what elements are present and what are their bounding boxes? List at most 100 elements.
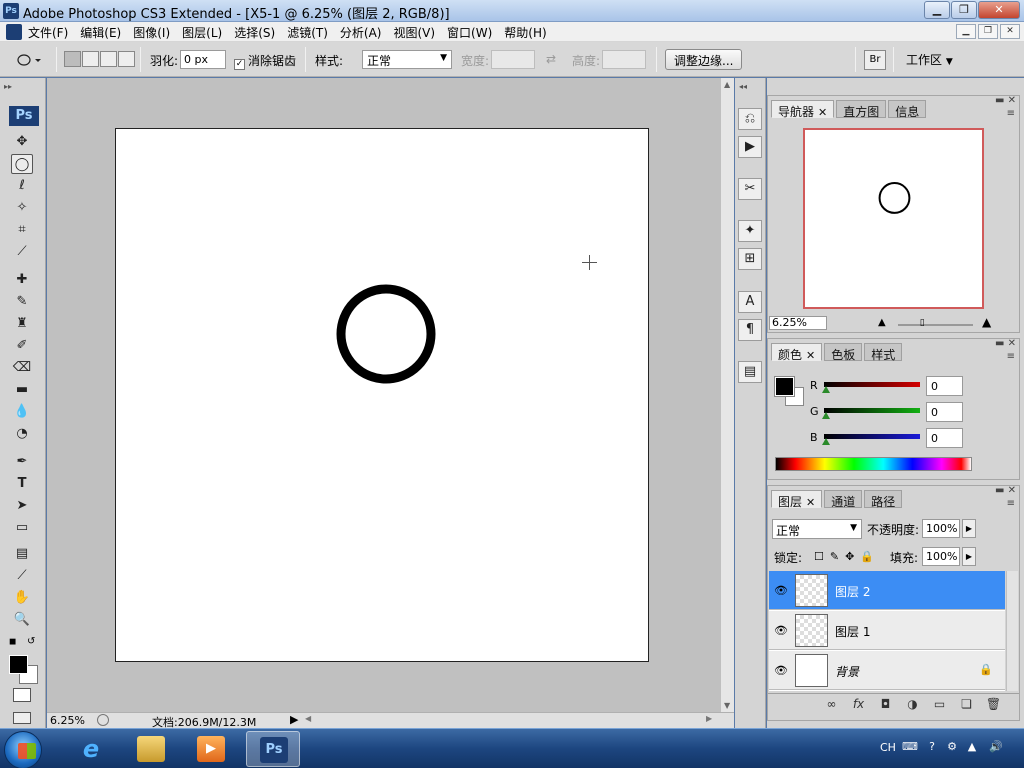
panel-collapse-icon[interactable]: ▸▸ [4,82,12,91]
fill-arrow-icon[interactable]: ▶ [962,547,976,566]
tab-histogram[interactable]: 直方图 [836,100,887,119]
clone-source-panel-icon[interactable]: ⊞ [738,248,762,270]
feather-input[interactable]: 0 px [180,50,226,69]
menu-view[interactable]: 视图(V) [393,24,435,41]
layer-row[interactable]: 👁 图层 2 [769,571,1005,610]
style-select[interactable]: 正常 ▼ [362,50,452,69]
canvas-workspace[interactable] [47,78,720,712]
green-slider-knob[interactable] [822,412,830,419]
doc-restore-button[interactable]: ❐ [978,24,998,39]
doc-minimize-button[interactable]: ▁ [956,24,976,39]
visibility-eye-icon[interactable]: 👁 [773,584,789,597]
fill-input[interactable]: 100% [922,547,960,566]
blur-tool-icon[interactable]: 💧 [11,402,33,422]
ps-logo[interactable]: Ps [9,106,39,126]
canvas-vertical-scrollbar[interactable]: ▲ ▼ [720,78,734,712]
taskbar-internet-explorer[interactable]: e [64,731,118,767]
bridge-icon[interactable]: Br [864,50,886,70]
tab-swatches[interactable]: 色板 [824,343,863,362]
brushes-panel-icon[interactable]: ✦ [738,220,762,242]
link-layers-icon[interactable]: ∞ [818,697,845,711]
hscroll-left-icon[interactable]: ◀ [305,714,311,723]
panel-menu-icon[interactable]: ≡ [1007,351,1015,362]
width-input[interactable] [491,50,535,69]
close-button[interactable]: ✕ [978,1,1020,19]
panel-window-controls[interactable]: ▬ ✕ [995,95,1016,106]
swap-colors-icon[interactable]: ↺ [27,636,35,647]
blue-slider-knob[interactable] [822,438,830,445]
tab-info[interactable]: 信息 [888,100,927,119]
taskbar-explorer[interactable] [124,731,178,767]
lasso-tool-icon[interactable]: ℓ [11,176,33,196]
status-zoom[interactable]: 6.25% [50,714,85,727]
rectangle-tool-icon[interactable]: ▭ [11,518,33,538]
restore-button[interactable]: ❐ [951,1,977,19]
hand-tool-icon[interactable]: ✋ [11,588,33,608]
workspace-menu[interactable]: 工作区 ▼ [906,51,953,68]
dock-expand-icon[interactable]: ◂◂ [739,82,747,91]
visibility-eye-icon[interactable]: 👁 [773,664,789,677]
taskbar-photoshop[interactable]: Ps [246,731,300,767]
red-value-input[interactable]: 0 [926,376,963,396]
slice-tool-icon[interactable]: ⟋ [11,242,33,262]
help-icon[interactable]: ? [924,739,940,755]
layer-row[interactable]: 👁 图层 1 [769,611,1005,650]
color-foreground-swatch[interactable] [774,376,795,397]
menu-edit[interactable]: 编辑(E) [80,24,121,41]
green-slider[interactable] [824,408,920,413]
taskbar-media-player[interactable]: ▶ [184,731,238,767]
red-slider[interactable] [824,382,920,387]
minimize-button[interactable]: ▁ [924,1,950,19]
new-selection-icon[interactable] [64,51,81,67]
clone-stamp-tool-icon[interactable]: ♜ [11,314,33,334]
zoom-slider-knob[interactable]: ▯ [920,318,925,328]
document-icon[interactable] [6,24,22,40]
eraser-tool-icon[interactable]: ⌫ [11,358,33,378]
adjustment-layer-icon[interactable]: ◑ [899,697,926,711]
actions-panel-icon[interactable]: ▶ [738,136,762,158]
panel-window-controls[interactable]: ▬ ✕ [995,485,1016,496]
opacity-arrow-icon[interactable]: ▶ [962,519,976,538]
dodge-tool-icon[interactable]: ◔ [11,424,33,444]
tab-color[interactable]: 颜色 ✕ [771,343,823,362]
zoom-tool-icon[interactable]: 🔍 [11,610,33,630]
eyedropper-tool-icon[interactable]: ⟋ [11,566,33,586]
menu-file[interactable]: 文件(F) [28,24,68,41]
doc-close-button[interactable]: ✕ [1000,24,1020,39]
blue-value-input[interactable]: 0 [926,428,963,448]
menu-select[interactable]: 选择(S) [234,24,275,41]
gradient-tool-icon[interactable]: ▬ [11,380,33,400]
zoom-out-icon[interactable]: ▲ [878,317,886,328]
status-menu-arrow-icon[interactable]: ▶ [290,713,298,726]
trash-icon[interactable]: 🗑 [980,697,1007,711]
show-hidden-icons-icon[interactable]: ▲ [964,739,980,755]
blue-slider[interactable] [824,434,920,439]
panel-menu-icon[interactable]: ≡ [1007,498,1015,509]
status-info-icon[interactable] [97,714,109,726]
scroll-up-icon[interactable]: ▲ [724,80,730,89]
settings-icon[interactable]: ⚙ [944,739,960,755]
navigator-preview[interactable] [803,128,984,309]
layer-row[interactable]: 👁 背景 🔒 [769,651,1005,690]
start-button[interactable] [4,731,42,768]
zoom-in-icon[interactable]: ▲ [982,315,991,329]
red-slider-knob[interactable] [822,386,830,393]
healing-brush-tool-icon[interactable]: ✚ [11,270,33,290]
close-icon[interactable]: ✕ [818,106,827,119]
tab-styles[interactable]: 样式 [864,343,903,362]
panel-window-controls[interactable]: ▬ ✕ [995,338,1016,349]
history-brush-tool-icon[interactable]: ✐ [11,336,33,356]
screen-mode-icon[interactable] [13,712,31,724]
menu-analysis[interactable]: 分析(A) [340,24,382,41]
menu-help[interactable]: 帮助(H) [504,24,546,41]
scroll-down-icon[interactable]: ▼ [724,701,730,710]
tab-layers[interactable]: 图层 ✕ [771,490,823,509]
default-colors-icon[interactable]: ◼ [9,637,16,647]
tab-navigator[interactable]: 导航器 ✕ [771,100,835,119]
notes-tool-icon[interactable]: ▤ [11,544,33,564]
layer-style-icon[interactable]: fx [845,697,872,711]
path-selection-tool-icon[interactable]: ➤ [11,496,33,516]
subtract-selection-icon[interactable] [100,51,117,67]
close-icon[interactable]: ✕ [806,496,815,509]
navigator-zoom-slider[interactable] [898,324,973,326]
